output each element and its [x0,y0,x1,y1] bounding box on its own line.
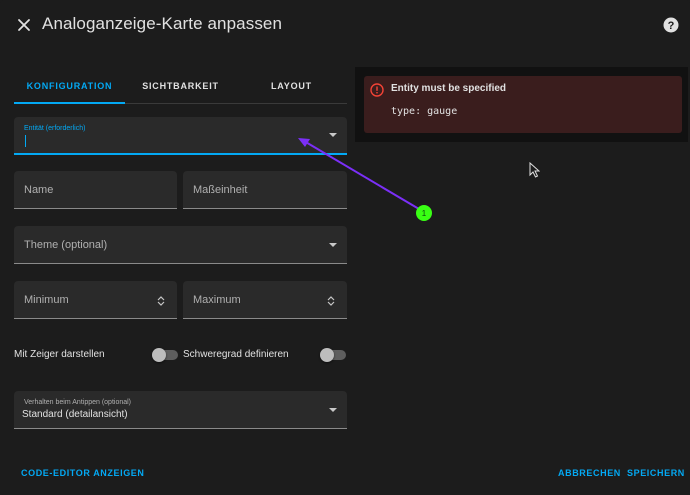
tap-action-select[interactable]: Verhalten beim Antippen (optional) Stand… [14,391,347,429]
unit-input[interactable]: Maßeinheit [183,171,347,209]
close-button[interactable] [12,13,36,37]
mouse-pointer-icon [529,162,540,178]
tap-action-value: Standard (detailansicht) [22,409,128,420]
unfold-icon[interactable] [157,295,165,307]
close-icon [18,19,30,31]
menu-down-icon[interactable] [329,407,337,412]
error-code: type: gauge [391,106,458,117]
minimum-input[interactable]: Minimum [14,281,177,319]
tab-visibility[interactable]: SICHTBARKEIT [125,68,236,103]
save-button[interactable]: SPEICHERN [627,468,685,478]
name-label: Name [24,184,54,196]
svg-text:?: ? [668,20,675,32]
maximum-input[interactable]: Maximum [183,281,347,319]
tap-action-label: Verhalten beim Antippen (optional) [24,399,132,406]
tab-layout[interactable]: LAYOUT [236,68,347,103]
edit-card-dialog: Analoganzeige-Karte anpassen ? KONFIGURA… [0,0,690,495]
severity-switch[interactable] [320,348,346,362]
cancel-button[interactable]: ABBRECHEN [558,468,621,478]
severity-label: Schweregrad definieren [183,349,289,360]
theme-label: Theme (optional) [24,239,108,251]
theme-select[interactable]: Theme (optional) [14,226,347,264]
menu-down-icon[interactable] [329,133,337,137]
help-circle-icon: ? [663,17,679,33]
entity-label: Entität (erforderlich) [24,125,86,132]
unit-label: Maßeinheit [193,184,248,196]
switch-knob [320,348,334,362]
needle-label: Mit Zeiger darstellen [14,349,105,360]
error-card: Entity must be specified type: gauge [364,76,682,133]
error-title: Entity must be specified [391,83,507,94]
tab-configuration[interactable]: KONFIGURATION [14,68,125,104]
name-input[interactable]: Name [14,171,177,209]
tab-bar: KONFIGURATION SICHTBARKEIT LAYOUT [14,68,347,104]
dialog-title: Analoganzeige-Karte anpassen [42,14,283,33]
entity-select[interactable]: Entität (erforderlich) [14,117,347,155]
menu-down-icon[interactable] [329,242,337,247]
annotation-marker-label: 1 [422,209,427,218]
help-button[interactable]: ? [660,14,682,36]
show-code-editor-button[interactable]: CODE-EDITOR ANZEIGEN [21,468,145,478]
unfold-icon[interactable] [327,295,335,307]
needle-switch[interactable] [152,348,178,362]
dialog-header: Analoganzeige-Karte anpassen ? [0,0,690,50]
alert-circle-icon [370,83,384,97]
maximum-label: Maximum [193,294,241,306]
switch-knob [152,348,166,362]
minimum-label: Minimum [24,294,69,306]
annotation-marker [416,205,432,221]
text-caret [25,135,26,147]
